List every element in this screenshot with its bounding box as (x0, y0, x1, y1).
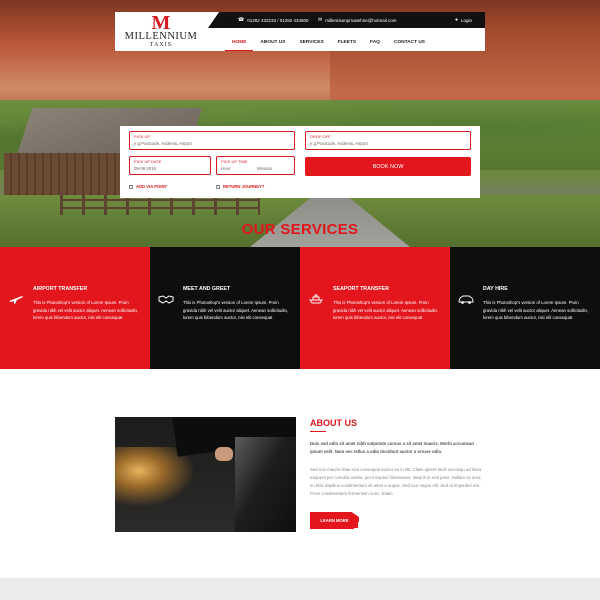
plane-icon (9, 296, 23, 304)
pickup-date-value: 09-08-2016 (134, 166, 156, 171)
footer (0, 578, 600, 600)
service-title: AIRPORT TRANSFER (33, 286, 88, 292)
email-contact[interactable]: ✉ millenniumprivatehire@hotmail.com (318, 17, 397, 23)
pickup-time-field[interactable]: PICK UP TIME Hour Minutes (216, 156, 295, 175)
service-title: MEET AND GREET (183, 286, 231, 292)
logo-sub: TAXIS (149, 41, 173, 48)
service-title: DAY HIRE (483, 286, 508, 292)
about-body: Sed non mauris vitae erat consequat auct… (310, 467, 482, 496)
login-link[interactable]: ● Login (455, 17, 472, 23)
ship-icon (309, 294, 323, 304)
hero-fence (60, 195, 260, 215)
about-title: ABOUT US (310, 418, 357, 428)
service-text: This is Photoshop's version of Lorem Ips… (183, 300, 289, 320)
handshake-icon (158, 295, 174, 304)
via-point-checkbox[interactable] (129, 184, 133, 189)
return-journey-label: RETURN JOURNEY? (223, 184, 265, 189)
site-header: M MILLENNIUM TAXIS ☎ 01282 433233 / 0128… (115, 12, 485, 51)
nav-about-us[interactable]: ABOUT US (253, 34, 292, 51)
top-contact-bar: ☎ 01282 433233 / 01282 434600 ✉ millenni… (208, 12, 485, 28)
logo-mark: M (151, 11, 171, 34)
nav-faq[interactable]: FAQ (363, 34, 387, 51)
nav-services[interactable]: SERVICES (292, 34, 330, 51)
service-day-hire[interactable]: DAY HIRE This is Photoshop's version of … (450, 247, 600, 369)
login-text: Login (461, 17, 473, 23)
email-text: millenniumprivatehire@hotmail.com (325, 17, 397, 23)
pickup-date-field[interactable]: PICK UP DATE 09-08-2016 (129, 156, 211, 175)
main-nav: HOME ABOUT US SERVICES FLEETS FAQ CONTAC… (225, 34, 485, 51)
service-meet-and-greet[interactable]: MEET AND GREET This is Photoshop's versi… (150, 247, 300, 369)
service-text: This is Photoshop's version of Lorem Ips… (33, 300, 139, 320)
about-divider (310, 431, 326, 433)
service-seaport-transfer[interactable]: SEAPORT TRANSFER This is Photoshop's ver… (300, 247, 450, 369)
pickup-date-label: PICK UP DATE (134, 159, 162, 164)
dropoff-placeholder: e.g Postcode, Address, Airport (310, 141, 368, 146)
pickup-time-label: PICK UP TIME (221, 159, 248, 164)
booking-panel: PICK UP e.g Postcode, Address, Airport D… (120, 126, 480, 198)
via-point-option[interactable]: ADD VIA POINT (129, 184, 167, 189)
about-lead: Duis sed odio sit amet nibh vulputate cu… (310, 441, 475, 454)
car-icon (458, 295, 474, 304)
user-icon: ● (455, 17, 459, 23)
pickup-placeholder: e.g Postcode, Address, Airport (134, 141, 192, 146)
via-point-label: ADD VIA POINT (136, 184, 168, 189)
return-journey-option[interactable]: RETURN JOURNEY? (216, 184, 264, 189)
book-now-button[interactable]: BOOK NOW (305, 157, 471, 176)
about-photo (115, 417, 296, 532)
logo-name: MILLENNIUM (124, 30, 198, 42)
learn-more-button[interactable]: LEARN MORE (310, 512, 359, 529)
phone-text: 01282 433233 / 01282 434600 (247, 17, 309, 23)
nav-fleets[interactable]: FLEETS (331, 34, 363, 51)
services-strip: AIRPORT TRANSFER This is Photoshop's ver… (0, 247, 600, 369)
dropoff-label: DROP OFF (310, 134, 331, 139)
phone-contact[interactable]: ☎ 01282 433233 / 01282 434600 (238, 17, 309, 23)
pickup-time-minute[interactable]: Minutes (257, 166, 272, 171)
logo[interactable]: M MILLENNIUM TAXIS (115, 12, 207, 51)
phone-icon: ☎ (238, 17, 245, 23)
pickup-field[interactable]: PICK UP e.g Postcode, Address, Airport (129, 131, 295, 150)
nav-home[interactable]: HOME (225, 34, 254, 51)
service-text: This is Photoshop's version of Lorem Ips… (483, 300, 589, 320)
return-journey-checkbox[interactable] (216, 184, 220, 189)
mail-icon: ✉ (318, 17, 323, 23)
nav-contact-us[interactable]: CONTACT US (387, 34, 432, 51)
service-airport-transfer[interactable]: AIRPORT TRANSFER This is Photoshop's ver… (0, 247, 150, 369)
services-heading: OUR SERVICES (241, 221, 359, 238)
pickup-label: PICK UP (134, 134, 151, 139)
service-title: SEAPORT TRANSFER (333, 286, 389, 292)
dropoff-field[interactable]: DROP OFF e.g Postcode, Address, Airport (305, 131, 471, 150)
pickup-time-hour[interactable]: Hour (221, 166, 230, 171)
service-text: This is Photoshop's version of Lorem Ips… (333, 300, 439, 320)
